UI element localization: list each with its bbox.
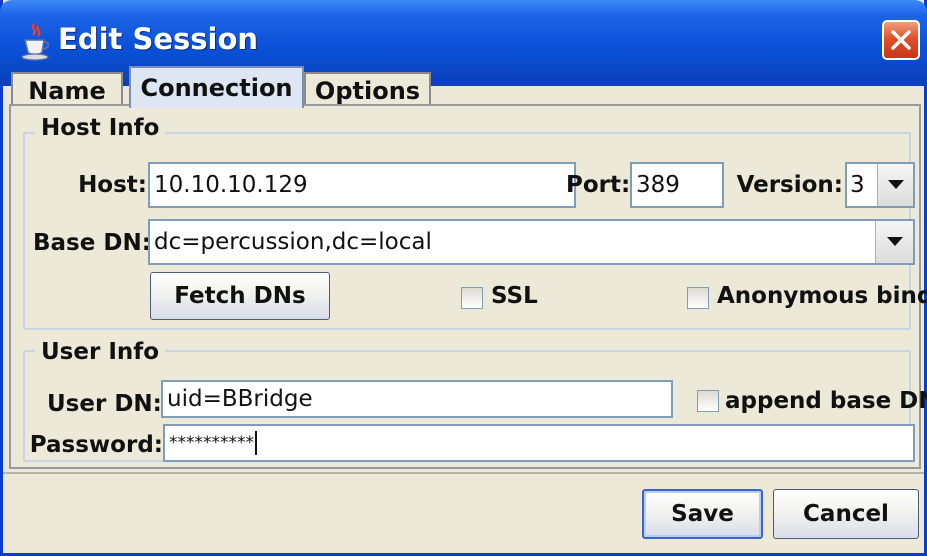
password-label: Password: <box>29 432 163 458</box>
version-label: Version: <box>736 172 843 198</box>
edit-session-dialog: Edit Session Name Connection Options Hos… <box>0 0 927 556</box>
user-dn-input[interactable]: uid=BBridge <box>161 380 673 418</box>
base-dn-label: Base DN: <box>33 230 151 256</box>
ssl-label[interactable]: SSL <box>491 283 538 309</box>
tab-options-label: Options <box>314 77 421 105</box>
chevron-down-icon <box>887 180 904 189</box>
host-label: Host: <box>78 172 147 198</box>
close-button[interactable] <box>882 20 920 60</box>
save-button[interactable]: Save <box>642 489 763 539</box>
tab-connection[interactable]: Connection <box>129 66 304 108</box>
chevron-down-icon <box>886 237 903 246</box>
base-dn-value: dc=percussion,dc=local <box>154 229 432 255</box>
anonymous-bind-checkbox[interactable] <box>687 287 709 309</box>
port-input[interactable]: 389 <box>630 162 724 208</box>
tab-name-label: Name <box>28 77 106 105</box>
window-title: Edit Session <box>58 22 259 56</box>
append-base-dn-checkbox[interactable] <box>697 390 719 412</box>
user-info-legend: User Info <box>35 339 166 365</box>
fetch-dns-label: Fetch DNs <box>174 283 306 309</box>
base-dn-dropdown-button[interactable] <box>875 221 913 263</box>
password-value: ********** <box>169 433 254 453</box>
port-label: Port: <box>566 172 631 198</box>
button-bar-separator <box>3 472 924 474</box>
base-dn-combo[interactable]: dc=percussion,dc=local <box>148 219 915 265</box>
host-input[interactable]: 10.10.10.129 <box>148 162 576 208</box>
password-input[interactable]: ********** <box>163 424 915 462</box>
java-cup-icon <box>21 23 50 61</box>
tab-name[interactable]: Name <box>11 72 123 108</box>
text-cursor <box>255 431 257 455</box>
user-dn-label: User DN: <box>47 391 162 417</box>
save-label: Save <box>671 501 734 527</box>
host-info-legend: Host Info <box>35 115 166 141</box>
anonymous-bind-label[interactable]: Anonymous bind <box>717 283 927 309</box>
cancel-button[interactable]: Cancel <box>773 489 919 539</box>
version-dropdown-button[interactable] <box>877 164 913 206</box>
close-icon <box>891 30 911 50</box>
tab-options[interactable]: Options <box>304 72 431 108</box>
cancel-label: Cancel <box>803 501 889 527</box>
append-base-dn-label[interactable]: append base DN <box>725 388 927 414</box>
fetch-dns-button[interactable]: Fetch DNs <box>150 272 330 320</box>
version-value: 3 <box>850 172 865 198</box>
version-combo[interactable]: 3 <box>845 162 915 208</box>
tab-connection-label: Connection <box>140 74 293 102</box>
ssl-checkbox[interactable] <box>461 287 483 309</box>
connection-panel: Host Info Host: 10.10.10.129 Port: 389 V… <box>9 104 927 469</box>
